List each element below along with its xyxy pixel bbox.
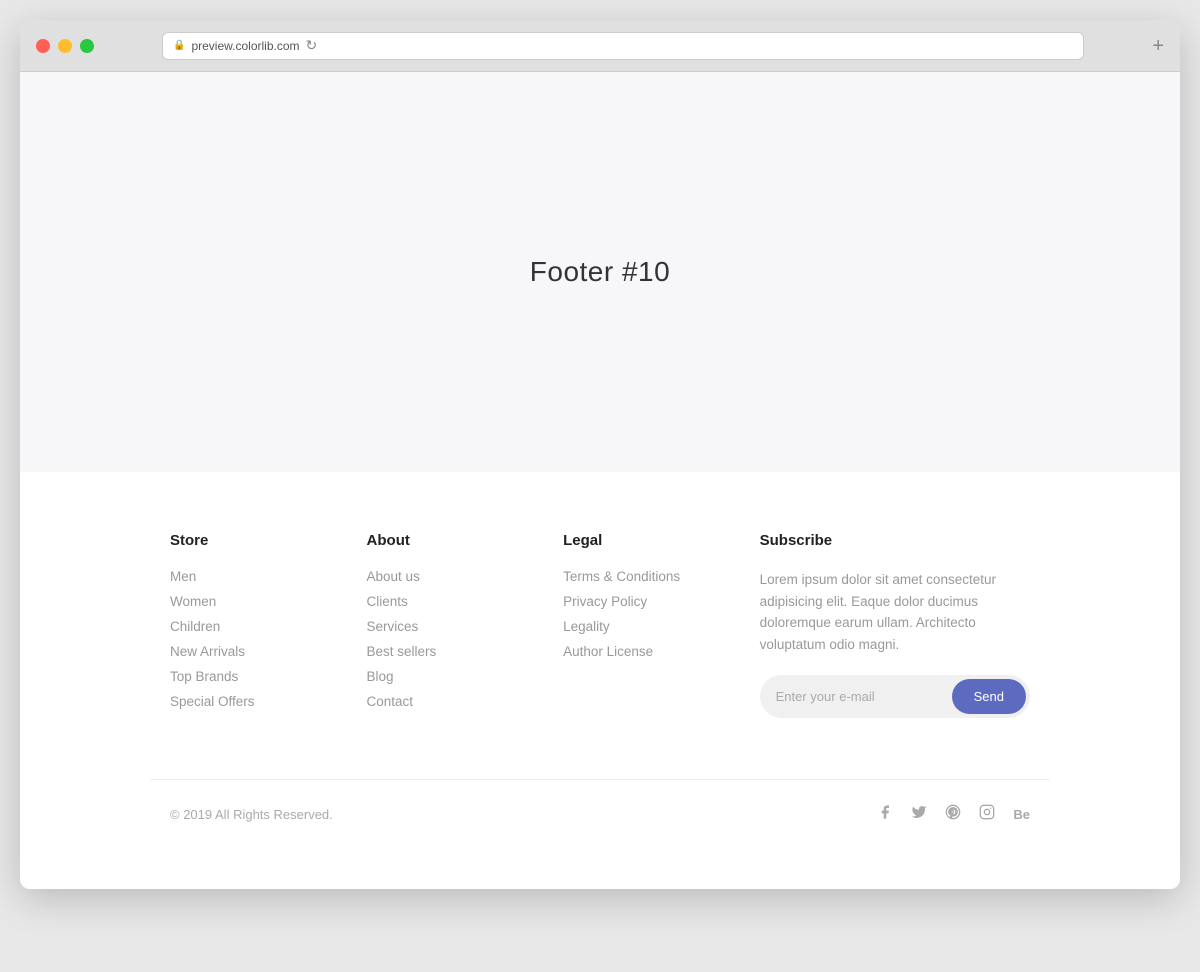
page-hero: Footer #10 [20,72,1180,472]
footer-store-column: Store Men Women Children New Arrivals To… [170,532,327,719]
send-button[interactable]: Send [952,679,1026,714]
about-link-clients[interactable]: Clients [367,594,524,609]
twitter-icon[interactable] [911,804,927,825]
store-link-men[interactable]: Men [170,569,327,584]
legal-heading: Legal [563,532,720,549]
minimize-button[interactable] [58,39,72,53]
instagram-icon[interactable] [979,804,995,825]
store-link-special-offers[interactable]: Special Offers [170,694,327,709]
email-input[interactable] [776,689,952,704]
behance-icon[interactable]: Be [1013,807,1030,822]
pinterest-icon[interactable] [945,804,961,825]
about-heading: About [367,532,524,549]
about-link-about-us[interactable]: About us [367,569,524,584]
address-bar[interactable]: 🔒 preview.colorlib.com ↻ [162,32,1084,60]
store-link-children[interactable]: Children [170,619,327,634]
footer: Store Men Women Children New Arrivals To… [20,472,1180,889]
url-text: preview.colorlib.com [191,39,299,53]
about-link-services[interactable]: Services [367,619,524,634]
about-link-best-sellers[interactable]: Best sellers [367,644,524,659]
refresh-button[interactable]: ↻ [306,37,318,54]
footer-legal-column: Legal Terms & Conditions Privacy Policy … [563,532,720,719]
browser-titlebar: 🔒 preview.colorlib.com ↻ + [20,20,1180,72]
store-heading: Store [170,532,327,549]
subscribe-description: Lorem ipsum dolor sit amet consectetur a… [760,569,1030,655]
close-button[interactable] [36,39,50,53]
about-link-blog[interactable]: Blog [367,669,524,684]
maximize-button[interactable] [80,39,94,53]
lock-icon: 🔒 [173,40,185,51]
legal-link-legality[interactable]: Legality [563,619,720,634]
subscribe-form: Send [760,675,1030,718]
footer-bottom: © 2019 All Rights Reserved. Be [150,779,1050,849]
legal-link-privacy[interactable]: Privacy Policy [563,594,720,609]
new-tab-button[interactable]: + [1152,36,1164,56]
copyright-text: © 2019 All Rights Reserved. [170,807,333,822]
about-link-contact[interactable]: Contact [367,694,524,709]
store-link-new-arrivals[interactable]: New Arrivals [170,644,327,659]
footer-about-column: About About us Clients Services Best sel… [367,532,524,719]
social-links: Be [877,804,1030,825]
store-link-top-brands[interactable]: Top Brands [170,669,327,684]
subscribe-heading: Subscribe [760,532,1030,549]
facebook-icon[interactable] [877,804,893,825]
footer-columns: Store Men Women Children New Arrivals To… [150,532,1050,779]
browser-window: 🔒 preview.colorlib.com ↻ + Footer #10 St… [20,20,1180,889]
legal-link-terms[interactable]: Terms & Conditions [563,569,720,584]
store-link-women[interactable]: Women [170,594,327,609]
legal-link-author-license[interactable]: Author License [563,644,720,659]
footer-subscribe-column: Subscribe Lorem ipsum dolor sit amet con… [760,532,1030,719]
page-title: Footer #10 [530,256,670,288]
